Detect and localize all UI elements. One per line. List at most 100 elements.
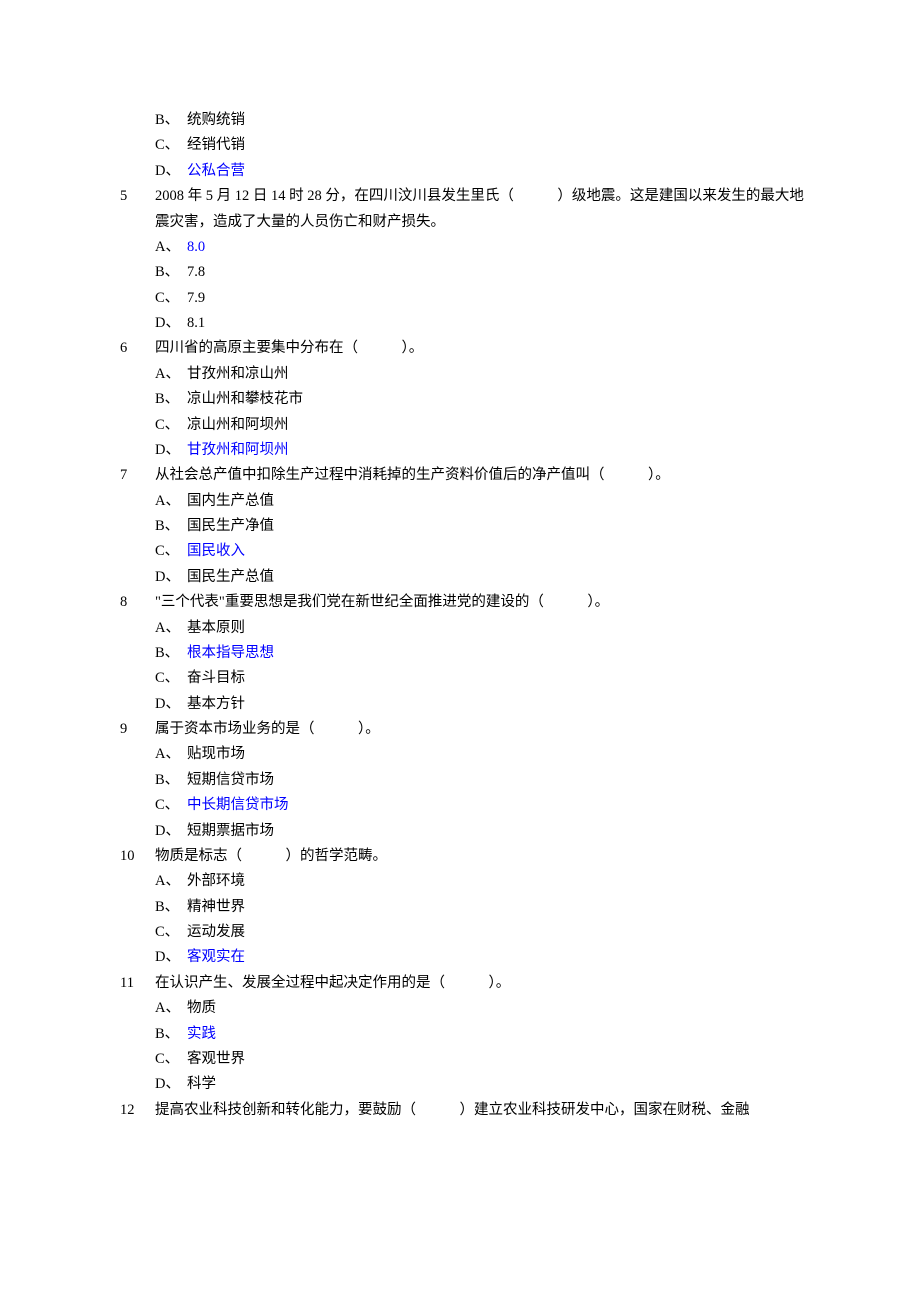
option-row: C、 国民收入 [155,539,805,564]
options-container: A、 国内生产总值 B、 国民生产净值 C、 国民收入 D、 国民生产总值 [155,489,805,591]
option-text: 基本方针 [187,692,245,717]
option-text: 外部环境 [187,869,245,894]
option-row: A、 外部环境 [155,869,805,894]
option-text: 短期票据市场 [187,819,274,844]
option-label: A、 [155,616,187,641]
option-row: D、 基本方针 [155,692,805,717]
option-text: 凉山州和阿坝州 [187,413,289,438]
question-text: 属于资本市场业务的是（ ）。 [155,717,805,742]
option-text: 奋斗目标 [187,666,245,691]
option-row: C、 运动发展 [155,920,805,945]
option-label: C、 [155,793,187,818]
option-text: 短期信贷市场 [187,768,274,793]
option-label: D、 [155,159,187,184]
option-row: C、 7.9 [155,286,805,311]
option-label: D、 [155,945,187,970]
option-row: A、 8.0 [155,235,805,260]
option-text: 科学 [187,1072,216,1097]
option-label: B、 [155,260,187,285]
question-text: 四川省的高原主要集中分布在（ ）。 [155,336,805,361]
question-5: 5 2008 年 5 月 12 日 14 时 28 分，在四川汶川县发生里氏（ … [120,184,805,235]
option-label: C、 [155,133,187,158]
question-7: 7 从社会总产值中扣除生产过程中消耗掉的生产资料价值后的净产值叫（ ）。 [120,463,805,488]
option-label: B、 [155,641,187,666]
option-text: 精神世界 [187,895,245,920]
option-text: 8.0 [187,235,205,260]
option-text: 国民生产净值 [187,514,274,539]
option-text: 经销代销 [187,133,245,158]
question-text: 2008 年 5 月 12 日 14 时 28 分，在四川汶川县发生里氏（ ）级… [155,184,805,235]
option-text: 基本原则 [187,616,245,641]
option-text: 8.1 [187,311,205,336]
option-row: D、 国民生产总值 [155,565,805,590]
option-row: D、 科学 [155,1072,805,1097]
option-row: C、 凉山州和阿坝州 [155,413,805,438]
options-container: A、 物质 B、 实践 C、 客观世界 D、 科学 [155,996,805,1098]
option-label: C、 [155,413,187,438]
option-row: A、 贴现市场 [155,742,805,767]
option-text: 国内生产总值 [187,489,274,514]
question-text: 物质是标志（ ）的哲学范畴。 [155,844,805,869]
document-page: B、 统购统销 C、 经销代销 D、 公私合营 5 2008 年 5 月 12 … [0,0,920,1302]
option-label: D、 [155,311,187,336]
option-row: D、 短期票据市场 [155,819,805,844]
option-row: C、 中长期信贷市场 [155,793,805,818]
orphan-options-container: B、 统购统销 C、 经销代销 D、 公私合营 [155,108,805,184]
option-label: A、 [155,489,187,514]
options-container: A、 8.0 B、 7.8 C、 7.9 D、 8.1 [155,235,805,337]
option-label: A、 [155,996,187,1021]
option-text: 根本指导思想 [187,641,274,666]
option-row: C、 客观世界 [155,1047,805,1072]
question-number: 11 [120,971,155,996]
option-row: B、 7.8 [155,260,805,285]
options-container: A、 甘孜州和凉山州 B、 凉山州和攀枝花市 C、 凉山州和阿坝州 D、 甘孜州… [155,362,805,464]
option-row: D、 公私合营 [155,159,805,184]
option-label: B、 [155,895,187,920]
option-label: D、 [155,1072,187,1097]
option-text: 客观实在 [187,945,245,970]
option-label: B、 [155,1022,187,1047]
option-label: B、 [155,387,187,412]
option-row: B、 统购统销 [155,108,805,133]
option-label: B、 [155,108,187,133]
option-text: 运动发展 [187,920,245,945]
option-label: D、 [155,565,187,590]
question-number: 6 [120,336,155,361]
question-number: 9 [120,717,155,742]
option-row: B、 国民生产净值 [155,514,805,539]
option-label: C、 [155,539,187,564]
question-number: 7 [120,463,155,488]
option-row: B、 短期信贷市场 [155,768,805,793]
option-label: A、 [155,362,187,387]
option-label: C、 [155,286,187,311]
option-text: 凉山州和攀枝花市 [187,387,303,412]
option-row: D、 客观实在 [155,945,805,970]
option-row: B、 实践 [155,1022,805,1047]
question-text: 从社会总产值中扣除生产过程中消耗掉的生产资料价值后的净产值叫（ ）。 [155,463,805,488]
question-number: 12 [120,1098,155,1123]
question-number: 10 [120,844,155,869]
option-text: 客观世界 [187,1047,245,1072]
question-number: 5 [120,184,155,235]
option-row: C、 经销代销 [155,133,805,158]
option-text: 中长期信贷市场 [187,793,289,818]
option-row: B、 凉山州和攀枝花市 [155,387,805,412]
question-10: 10 物质是标志（ ）的哲学范畴。 [120,844,805,869]
option-text: 贴现市场 [187,742,245,767]
option-row: B、 精神世界 [155,895,805,920]
question-11: 11 在认识产生、发展全过程中起决定作用的是（ ）。 [120,971,805,996]
options-container: A、 外部环境 B、 精神世界 C、 运动发展 D、 客观实在 [155,869,805,971]
option-text: 公私合营 [187,159,245,184]
question-8: 8 "三个代表"重要思想是我们党在新世纪全面推进党的建设的（ ）。 [120,590,805,615]
option-text: 甘孜州和凉山州 [187,362,289,387]
question-12: 12 提高农业科技创新和转化能力，要鼓励（ ）建立农业科技研发中心，国家在财税、… [120,1098,805,1123]
options-container: A、 基本原则 B、 根本指导思想 C、 奋斗目标 D、 基本方针 [155,616,805,718]
option-row: C、 奋斗目标 [155,666,805,691]
option-text: 7.9 [187,286,205,311]
question-text: 在认识产生、发展全过程中起决定作用的是（ ）。 [155,971,805,996]
option-row: B、 根本指导思想 [155,641,805,666]
option-label: A、 [155,742,187,767]
options-container: A、 贴现市场 B、 短期信贷市场 C、 中长期信贷市场 D、 短期票据市场 [155,742,805,844]
option-label: D、 [155,438,187,463]
option-row: D、 8.1 [155,311,805,336]
